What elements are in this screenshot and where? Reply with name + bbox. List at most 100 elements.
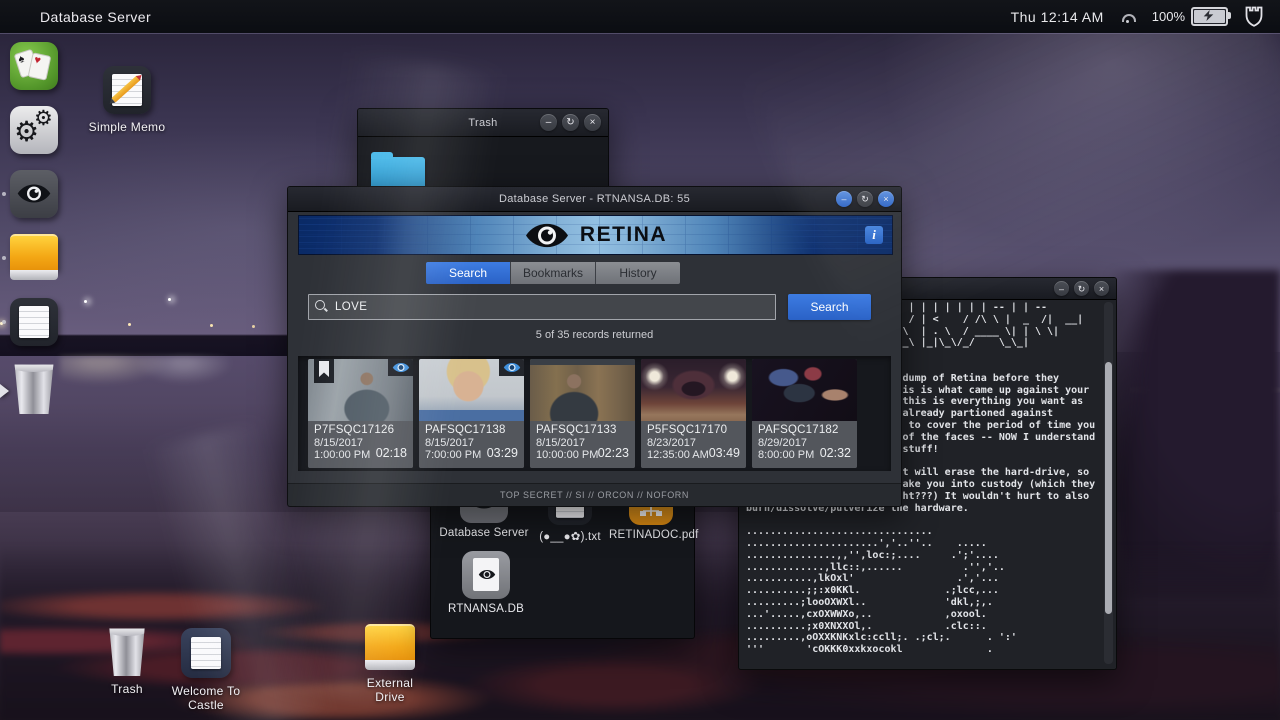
search-input[interactable] bbox=[333, 296, 757, 318]
trash-cup-icon bbox=[109, 628, 145, 676]
record-info: PAFSQC17182 8/29/2017 8:00:00 PM 02:32 bbox=[752, 421, 857, 468]
record-id: PAFSQC17138 bbox=[425, 424, 506, 436]
retina-eye-logo bbox=[525, 223, 568, 247]
running-indicator bbox=[2, 192, 6, 196]
paper-icon bbox=[191, 637, 221, 669]
document-app-icon bbox=[181, 628, 231, 678]
memo-app-icon bbox=[103, 66, 151, 114]
tab-bookmarks[interactable]: Bookmarks bbox=[511, 262, 596, 284]
menubar-clock[interactable]: Thu 12:14 AM bbox=[1011, 9, 1104, 25]
scrollbar-thumb[interactable] bbox=[1105, 362, 1112, 614]
tab-bar: Search Bookmarks History bbox=[426, 262, 680, 284]
record-card[interactable]: P5FSQC17170 8/23/2017 12:35:00 AM 03:49 bbox=[641, 359, 746, 468]
record-id: P7FSQC17126 bbox=[314, 424, 395, 436]
dock-item-memo[interactable] bbox=[10, 298, 58, 346]
database-window-titlebar[interactable]: Database Server - RTNANSA.DB: 55 – ↻ × bbox=[288, 187, 901, 212]
dock-expand-arrow-icon[interactable] bbox=[0, 384, 9, 398]
record-thumbnail[interactable] bbox=[752, 359, 857, 421]
minimize-button[interactable]: – bbox=[540, 114, 557, 131]
record-duration: 03:49 bbox=[708, 446, 740, 460]
bookmark-icon bbox=[314, 359, 334, 383]
battery-percent: 100% bbox=[1151, 9, 1185, 24]
desktop-icon-trash[interactable]: Trash bbox=[92, 626, 162, 696]
eye-icon bbox=[17, 184, 51, 203]
retina-banner: RETINA i bbox=[298, 215, 893, 255]
db-file-icon bbox=[462, 551, 510, 599]
battery-status[interactable]: 100% bbox=[1151, 7, 1231, 26]
search-icon bbox=[315, 300, 328, 313]
info-button[interactable]: i bbox=[865, 226, 883, 244]
screen: Simple Memo Trash Welcome To Castle Exte… bbox=[0, 0, 1280, 720]
record-thumbnail[interactable] bbox=[419, 359, 524, 421]
drive-icon bbox=[365, 624, 415, 660]
trash-cup-icon bbox=[14, 364, 54, 414]
restore-button[interactable]: ↻ bbox=[562, 114, 579, 131]
minimize-button[interactable]: – bbox=[836, 191, 852, 207]
classification-text: TOP SECRET // SI // ORCON // NOFORN bbox=[499, 490, 690, 500]
drive-icon bbox=[10, 234, 58, 270]
record-info: P7FSQC17126 8/15/2017 1:00:00 PM 02:18 bbox=[308, 421, 413, 468]
heart-card-icon: ♥ bbox=[27, 52, 52, 81]
page-icon bbox=[473, 558, 499, 591]
file-label: (●__●✿).txt bbox=[539, 531, 601, 543]
close-button[interactable]: × bbox=[1094, 281, 1109, 296]
dock-item-solitaire[interactable]: ♠ ♥ bbox=[10, 42, 58, 90]
dock-item-database-server[interactable] bbox=[10, 170, 58, 218]
drive-icon-base bbox=[365, 660, 415, 670]
classification-footer: TOP SECRET // SI // ORCON // NOFORN bbox=[288, 483, 901, 506]
dock: ♠ ♥ ⚙ ⚙ bbox=[0, 36, 70, 436]
desktop-icon-welcome-to-castle[interactable]: Welcome To Castle bbox=[158, 628, 254, 712]
record-card[interactable]: PAFSQC17138 8/15/2017 7:00:00 PM 03:29 bbox=[419, 359, 524, 468]
restore-button[interactable]: ↻ bbox=[857, 191, 873, 207]
banner-title: RETINA bbox=[579, 223, 668, 246]
record-duration: 02:32 bbox=[819, 446, 851, 460]
dock-item-external-drive[interactable] bbox=[10, 234, 58, 282]
restore-button[interactable]: ↻ bbox=[1074, 281, 1089, 296]
desktop-icon-simple-memo[interactable]: Simple Memo bbox=[85, 66, 169, 134]
record-duration: 02:18 bbox=[375, 446, 407, 460]
tab-search[interactable]: Search bbox=[426, 262, 511, 284]
record-id: PAFSQC17133 bbox=[536, 424, 617, 436]
record-card[interactable]: PAFSQC17182 8/29/2017 8:00:00 PM 02:32 bbox=[752, 359, 857, 468]
close-button[interactable]: × bbox=[878, 191, 894, 207]
desktop-icon-external-drive[interactable]: External Drive bbox=[352, 624, 428, 704]
minimize-button[interactable]: – bbox=[1054, 281, 1069, 296]
battery-icon bbox=[1191, 7, 1231, 26]
running-indicator bbox=[2, 256, 6, 260]
record-id: P5FSQC17170 bbox=[647, 424, 728, 436]
wifi-icon[interactable] bbox=[1120, 11, 1136, 23]
castle-badge-icon[interactable] bbox=[1244, 5, 1264, 28]
gear-icon: ⚙ bbox=[34, 106, 53, 130]
close-button[interactable]: × bbox=[584, 114, 601, 131]
record-thumbnail[interactable] bbox=[308, 359, 413, 421]
sky-glow bbox=[880, 0, 1280, 260]
tab-history[interactable]: History bbox=[596, 262, 680, 284]
dock-item-trash[interactable] bbox=[10, 362, 58, 418]
viewed-eye-icon bbox=[499, 359, 524, 376]
drive-icon-base bbox=[10, 270, 58, 280]
record-thumbnail[interactable] bbox=[641, 359, 746, 421]
result-count: 5 of 35 records returned bbox=[535, 329, 654, 341]
file-item-rtnansa-db[interactable]: RTNANSA.DB bbox=[441, 551, 531, 615]
scrollbar-track[interactable] bbox=[1104, 302, 1113, 664]
viewed-eye-icon bbox=[388, 359, 413, 376]
running-indicator bbox=[2, 320, 6, 324]
record-duration: 02:23 bbox=[597, 446, 629, 460]
record-card[interactable]: P7FSQC17126 8/15/2017 1:00:00 PM 02:18 bbox=[308, 359, 413, 468]
trash-window-titlebar[interactable]: Trash – ↻ × bbox=[358, 109, 608, 137]
search-button[interactable]: Search bbox=[788, 294, 871, 320]
file-label: RETINADOC.pdf bbox=[609, 529, 699, 541]
record-info: PAFSQC17138 8/15/2017 7:00:00 PM 03:29 bbox=[419, 421, 524, 468]
record-card[interactable]: PAFSQC17133 8/15/2017 10:00:00 PM 02:23 bbox=[530, 359, 635, 468]
desktop-icon-label: Welcome To Castle bbox=[171, 684, 241, 712]
desktop-icon-label: Trash bbox=[111, 682, 143, 696]
desktop-icon-label: External Drive bbox=[366, 676, 414, 704]
menubar-app-title[interactable]: Database Server bbox=[40, 9, 151, 25]
record-thumbnail[interactable] bbox=[530, 359, 635, 421]
file-label: Database Server bbox=[439, 527, 529, 539]
dock-item-settings[interactable]: ⚙ ⚙ bbox=[10, 106, 58, 154]
menubar: Database Server Thu 12:14 AM 100% bbox=[0, 0, 1280, 33]
database-window-title: Database Server - RTNANSA.DB: 55 bbox=[499, 193, 690, 205]
record-info: PAFSQC17133 8/15/2017 10:00:00 PM 02:23 bbox=[530, 421, 635, 468]
record-info: P5FSQC17170 8/23/2017 12:35:00 AM 03:49 bbox=[641, 421, 746, 468]
